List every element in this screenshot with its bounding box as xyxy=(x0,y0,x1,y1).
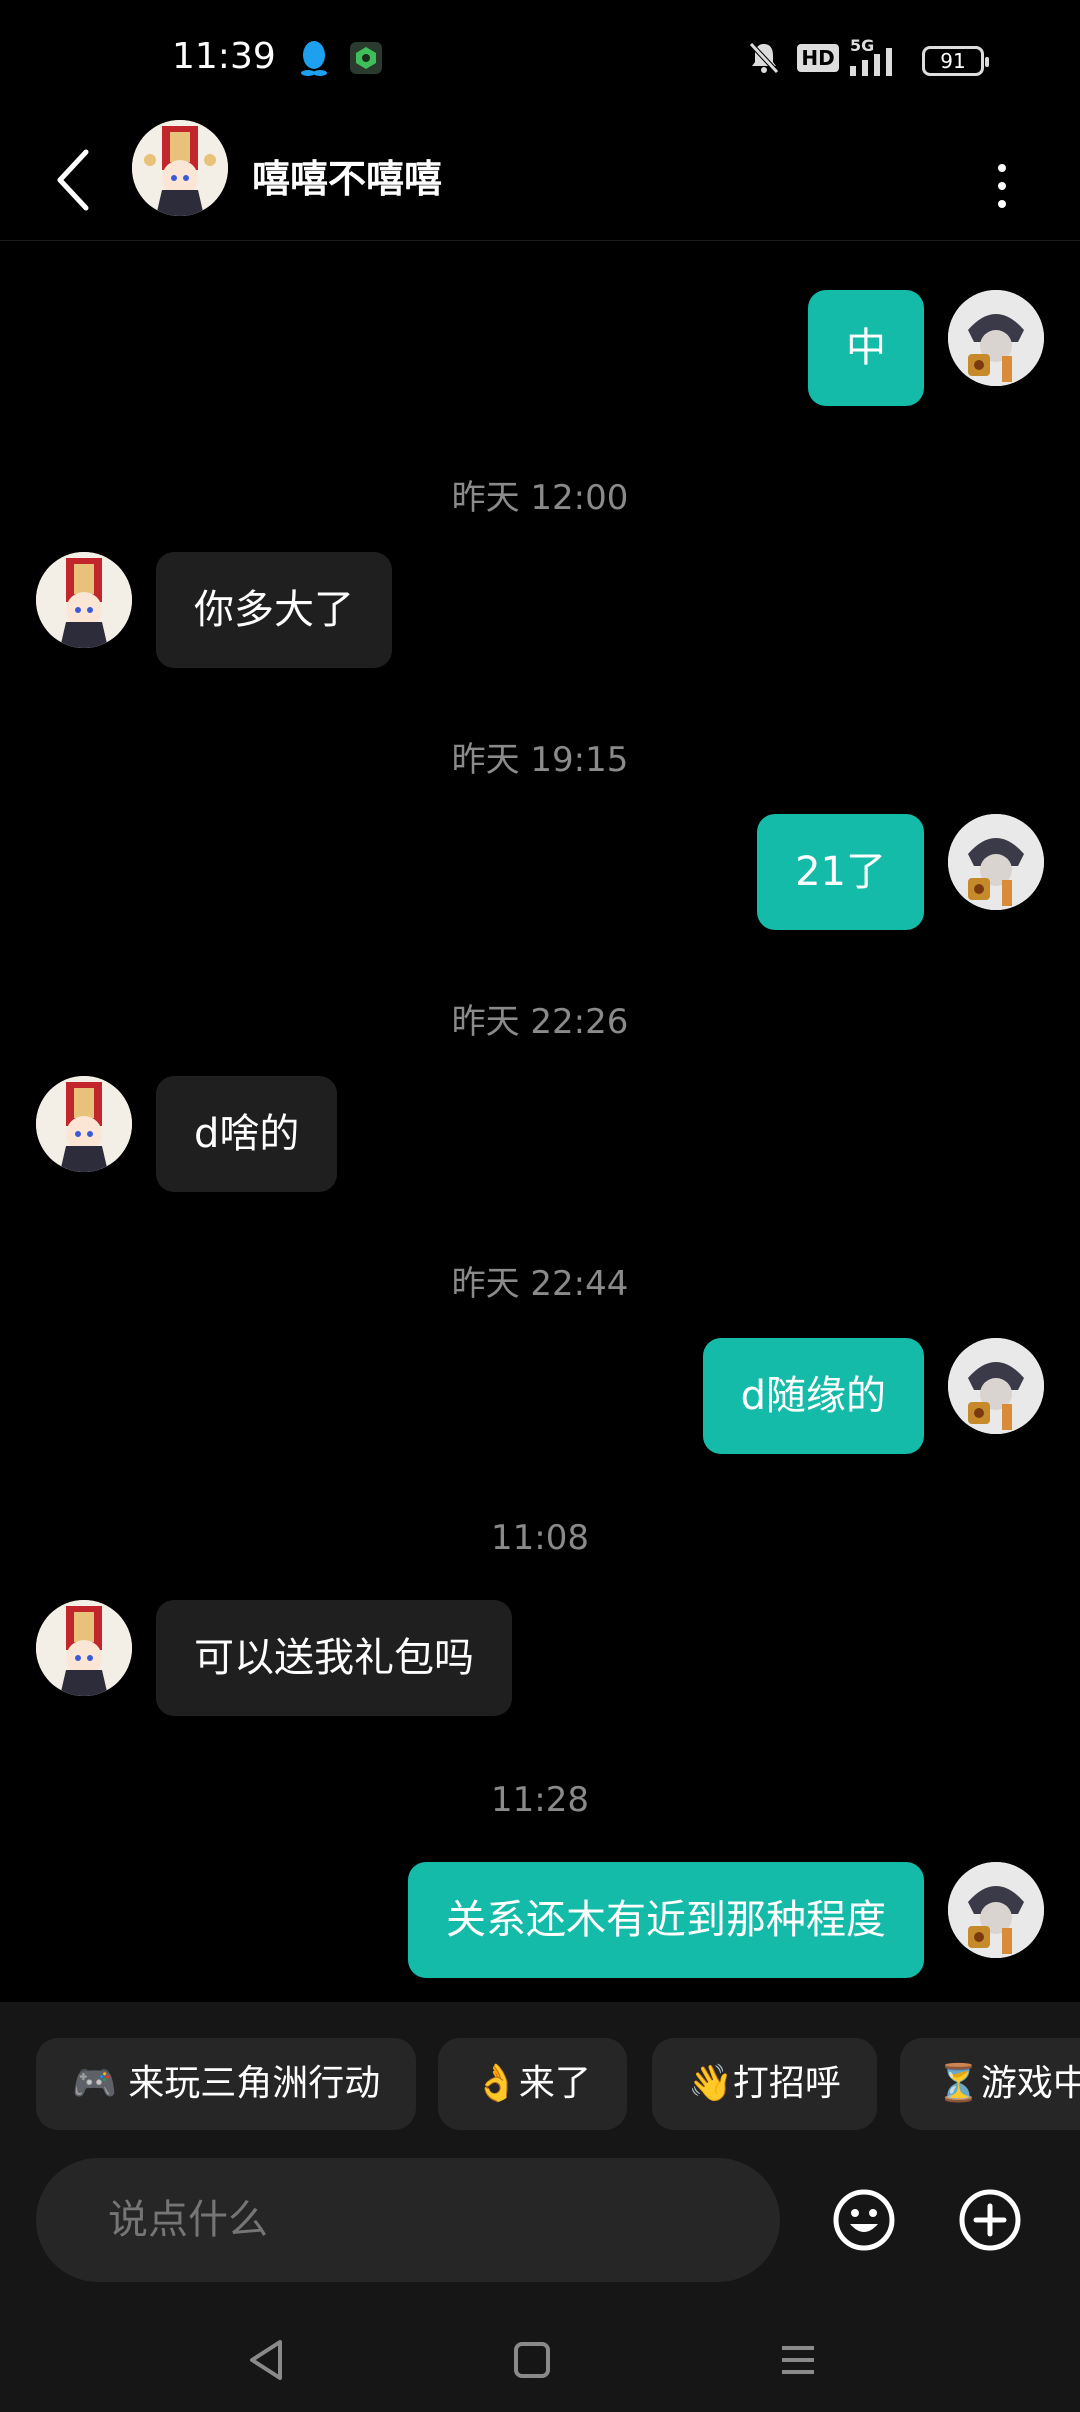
more-options-button[interactable] xyxy=(980,146,1024,226)
contact-avatar[interactable] xyxy=(36,552,132,648)
anime-avatar-icon xyxy=(132,120,228,216)
bottom-panel: 🎮 来玩三角洲行动 👌来了 👋打招呼 ⏳游戏中 xyxy=(0,2002,1080,2412)
emoji-button[interactable] xyxy=(832,2188,896,2252)
contact-avatar[interactable] xyxy=(36,1076,132,1172)
timestamp: 昨天 22:26 xyxy=(451,1002,629,1042)
message-bubble-incoming[interactable]: d啥的 xyxy=(156,1076,338,1192)
message-bubble-outgoing[interactable]: 中 xyxy=(808,290,924,406)
nav-menu-button[interactable] xyxy=(768,2330,828,2390)
message-bubble-incoming[interactable]: 可以送我礼包吗 xyxy=(156,1600,512,1716)
status-time: 11:39 xyxy=(172,36,276,77)
quick-reply-bar[interactable]: 🎮 来玩三角洲行动 👌来了 👋打招呼 ⏳游戏中 xyxy=(0,2038,1080,2130)
my-avatar-image-icon xyxy=(948,1338,1044,1434)
timestamp-clipped xyxy=(0,222,1080,242)
my-avatar[interactable] xyxy=(948,290,1044,386)
my-avatar[interactable] xyxy=(948,1862,1044,1958)
message-bubble-incoming[interactable]: 你多大了 xyxy=(156,552,392,668)
nav-back-button[interactable] xyxy=(236,2330,296,2390)
chevron-left-icon xyxy=(57,149,89,211)
message-bubble-outgoing[interactable]: 关系还木有近到那种程度 xyxy=(408,1862,924,1978)
quick-reply-chip[interactable]: 👌来了 xyxy=(438,2038,627,2130)
my-avatar[interactable] xyxy=(948,1338,1044,1434)
status-bar: 11:39 HD 5G 91 xyxy=(0,0,1080,120)
hd-label: HD xyxy=(797,44,839,72)
back-button[interactable] xyxy=(44,142,104,218)
contact-avatar[interactable] xyxy=(36,1600,132,1696)
contact-name[interactable]: 嘻嘻不嘻嘻 xyxy=(252,144,442,214)
my-avatar-image-icon xyxy=(948,1862,1044,1958)
battery-level: 91 xyxy=(940,49,966,73)
hd-icon: HD xyxy=(797,36,839,80)
anime-avatar-icon xyxy=(36,552,132,648)
message-bubble-outgoing[interactable]: 21了 xyxy=(757,814,924,930)
timestamp: 昨天 12:00 xyxy=(451,478,629,518)
qq-icon xyxy=(294,36,334,80)
nav-home-button[interactable] xyxy=(502,2330,562,2390)
network-label: 5G xyxy=(850,36,875,55)
timestamp: 11:28 xyxy=(491,1780,589,1820)
add-button[interactable] xyxy=(958,2188,1022,2252)
back-triangle-icon xyxy=(250,2340,282,2380)
smiley-icon xyxy=(833,2189,895,2251)
contact-avatar[interactable] xyxy=(132,120,228,216)
timestamp: 昨天 22:44 xyxy=(451,1264,629,1304)
my-avatar-image-icon xyxy=(948,290,1044,386)
dot xyxy=(998,164,1006,172)
message-bubble-outgoing[interactable]: d随缘的 xyxy=(702,1338,924,1454)
quick-reply-chip[interactable]: 👋打招呼 xyxy=(652,2038,877,2130)
dot xyxy=(998,182,1006,190)
quick-reply-chip[interactable]: 🎮 来玩三角洲行动 xyxy=(36,2038,417,2130)
quick-reply-chip[interactable]: ⏳游戏中 xyxy=(900,2038,1080,2130)
plus-circle-icon xyxy=(959,2189,1021,2251)
my-avatar-image-icon xyxy=(948,814,1044,910)
timestamp: 11:08 xyxy=(491,1518,589,1558)
home-square-icon xyxy=(514,2342,550,2378)
timestamp: 昨天 19:15 xyxy=(451,740,629,780)
shield-app-icon xyxy=(346,36,386,80)
battery-indicator: 91 xyxy=(922,46,989,76)
message-input[interactable] xyxy=(36,2158,780,2282)
dot xyxy=(998,200,1006,208)
5g-signal-icon: 5G xyxy=(846,36,908,80)
system-nav-bar xyxy=(0,2302,1080,2412)
menu-lines-icon xyxy=(782,2346,814,2374)
my-avatar[interactable] xyxy=(948,814,1044,910)
anime-avatar-icon xyxy=(36,1600,132,1696)
anime-avatar-icon xyxy=(36,1076,132,1172)
mute-bell-icon xyxy=(744,36,784,80)
